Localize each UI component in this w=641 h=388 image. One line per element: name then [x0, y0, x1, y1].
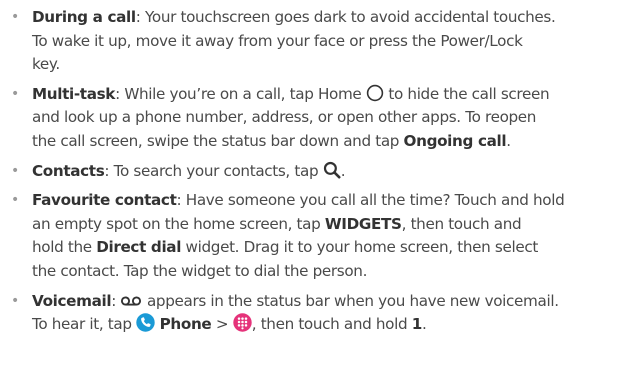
tip-line: hold the Direct dial widget. Drag it to …: [32, 238, 538, 257]
tip-multi-task: • Multi-task: While you’re on a call, ta…: [8, 83, 633, 154]
tip-title: Favourite contact: [32, 191, 177, 210]
tip-text: key.: [32, 55, 60, 74]
widgets-label: WIDGETS: [324, 214, 402, 233]
bullet: •: [11, 292, 19, 309]
tip-favourite-contact: • Favourite contact: Have someone you ca…: [8, 189, 633, 283]
phone-label: Phone: [159, 315, 212, 334]
tip-title: Contacts: [32, 161, 105, 180]
search-icon: [323, 161, 341, 179]
voicemail-icon: [120, 295, 142, 309]
tip-title: Voicemail: [32, 291, 112, 310]
tip-line: the call screen, swipe the status bar do…: [32, 131, 511, 150]
tip-title: Multi-task: [32, 84, 116, 103]
tip-line: During a call: Your touchscreen goes dar…: [32, 8, 556, 26]
tip-during-a-call: • During a call: Your touchscreen goes d…: [8, 6, 633, 77]
tip-line: Contacts: To search your contacts, tap .: [32, 161, 346, 180]
tip-title: During a call: [32, 8, 136, 26]
dialpad-icon: [233, 313, 252, 332]
direct-dial-label: Direct dial: [96, 238, 182, 257]
bullet: •: [11, 192, 19, 209]
tip-line: Favourite contact: Have someone you call…: [32, 191, 565, 210]
tip-text: Your touchscreen goes dark to avoid acci…: [145, 8, 556, 26]
key-one-label: 1: [411, 315, 423, 334]
tip-voicemail: • Voicemail: appears in the status bar w…: [8, 290, 633, 337]
bullet: •: [11, 85, 19, 102]
tip-line: Voicemail: appears in the status bar whe…: [32, 291, 559, 310]
tips-list: • During a call: Your touchscreen goes d…: [0, 0, 641, 388]
tip-line: To hear it, tap Phone > , then touch and…: [32, 313, 427, 334]
home-circle-icon: [366, 84, 384, 102]
bullet: •: [11, 9, 19, 25]
tip-line: an empty spot on the home screen, tap WI…: [32, 214, 522, 233]
tip-line: Multi-task: While you’re on a call, tap …: [32, 84, 550, 103]
tip-text: the contact. Tap the widget to dial the …: [32, 261, 368, 280]
tip-text: To wake it up, move it away from your fa…: [32, 31, 523, 50]
tip-contacts: • Contacts: To search your contacts, tap…: [8, 160, 633, 184]
tip-text: and look up a phone number, address, or …: [32, 108, 537, 127]
ongoing-call-label: Ongoing call: [403, 131, 507, 150]
phone-app-icon: [136, 313, 155, 332]
bullet: •: [11, 162, 19, 179]
